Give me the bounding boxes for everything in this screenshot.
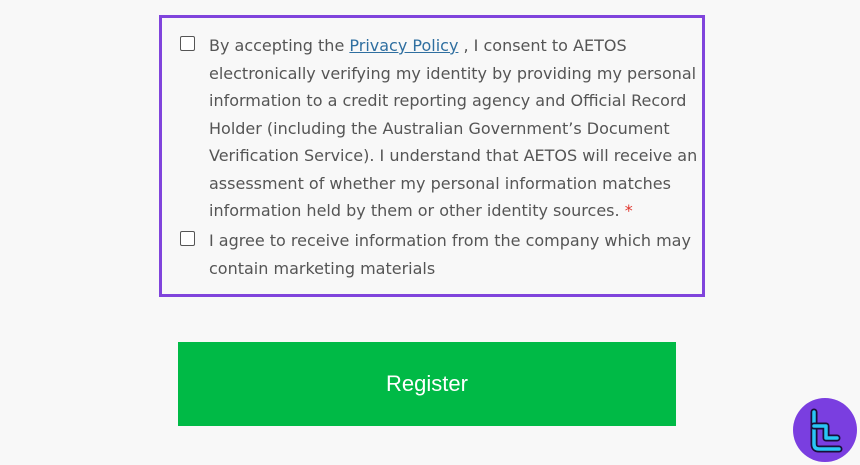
privacy-policy-link[interactable]: Privacy Policy	[349, 36, 458, 55]
privacy-consent-prefix: By accepting the	[209, 36, 350, 55]
privacy-consent-checkbox[interactable]	[180, 36, 195, 51]
privacy-consent-row: By accepting the Privacy Policy , I cons…	[180, 32, 709, 225]
consent-section: By accepting the Privacy Policy , I cons…	[159, 15, 705, 297]
privacy-consent-text: By accepting the Privacy Policy , I cons…	[209, 32, 709, 225]
required-asterisk: *	[624, 201, 633, 220]
marketing-consent-row: I agree to receive information from the …	[180, 227, 709, 282]
tradingfinder-logo-icon	[793, 398, 857, 462]
privacy-consent-body: , I consent to AETOS electronically veri…	[209, 36, 698, 220]
marketing-consent-checkbox[interactable]	[180, 231, 195, 246]
marketing-consent-text: I agree to receive information from the …	[209, 231, 691, 278]
register-button[interactable]: Register	[178, 342, 676, 426]
logo-mark	[810, 408, 843, 453]
